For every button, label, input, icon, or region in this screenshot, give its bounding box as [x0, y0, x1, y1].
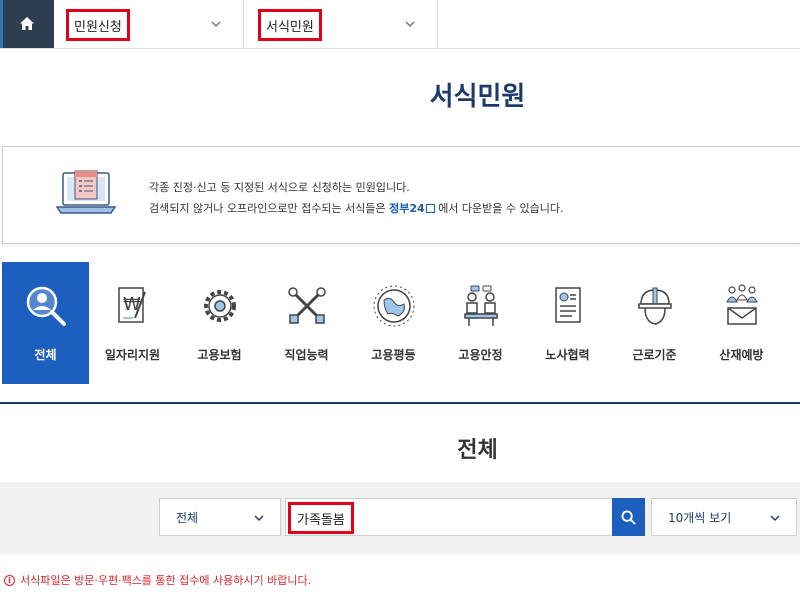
home-accent-bar: [0, 0, 3, 48]
category-label: 고용안정: [458, 348, 503, 362]
category-label: 고용평등: [371, 348, 416, 362]
page-size-select[interactable]: 10개씩 보기: [651, 498, 797, 536]
chevron-down-icon: [211, 21, 221, 27]
category-label: 전체: [34, 348, 57, 362]
section-divider: [0, 402, 800, 404]
category-label: 근로기준: [632, 348, 677, 362]
meeting-icon: [464, 285, 498, 326]
gov24-link[interactable]: 정부24: [389, 202, 435, 215]
gov24-link-label: 정부24: [389, 202, 425, 215]
search-input-value: 가족돌봄: [288, 502, 354, 534]
category-select[interactable]: 전체: [159, 498, 281, 536]
search-bar: 전체 가족돌봄 10개씩 보기: [0, 482, 800, 554]
category-tab-labor-standards[interactable]: 근로기준: [611, 262, 698, 384]
category-tab-job-support[interactable]: ₩ 일자리지원: [89, 262, 176, 384]
category-tab-labor-cooperation[interactable]: 노사협력: [524, 262, 611, 384]
info-line-2-before: 검색되지 않거나 오프라인으로만 접수되는 서식들은: [149, 202, 386, 215]
notice-text: 서식파일은 방문·우편·팩스를 통한 접수에 사용하시기 바랍니다.: [20, 574, 312, 587]
breadcrumb-menu-2[interactable]: 서식민원: [244, 0, 438, 48]
info-text: 각종 진정·신고 등 지정된 서식으로 신청하는 민원입니다. 검색되지 않거나…: [149, 177, 564, 219]
search-person-icon: [26, 286, 66, 326]
search-button[interactable]: [612, 498, 645, 536]
chevron-down-icon: [405, 21, 415, 27]
search-icon: [621, 509, 636, 525]
globe-icon: [373, 285, 415, 327]
info-line-2-after: 에서 다운받을 수 있습니다.: [438, 202, 564, 215]
info-icon: i: [4, 574, 15, 586]
category-tab-accident-prevention[interactable]: 산재예방: [698, 262, 785, 384]
breadcrumb-menu-1[interactable]: 민원신청: [54, 0, 244, 48]
category-tab-all[interactable]: 전체: [2, 262, 89, 384]
info-line-1: 각종 진정·신고 등 지정된 서식으로 신청하는 민원입니다.: [149, 181, 410, 194]
chevron-down-icon: [254, 515, 264, 521]
page-size-select-value: 10개씩 보기: [668, 510, 732, 525]
hardhat-icon: [638, 287, 672, 325]
category-label: 노사협력: [545, 348, 590, 362]
document-pen-icon: ₩: [118, 287, 146, 323]
search-input[interactable]: 가족돌봄: [285, 498, 613, 536]
category-tab-equality[interactable]: 고용평등: [350, 262, 437, 384]
tools-icon: [288, 287, 326, 324]
category-tabs: 전체 ₩ 일자리지원 고용보험 직업능력 고용평등 고용안정 노사협력 근로기준…: [0, 262, 800, 384]
laptop-form-icon: [55, 170, 117, 214]
id-document-icon: [555, 287, 581, 323]
category-tab-employment-insurance[interactable]: 고용보험: [176, 262, 263, 384]
category-tab-stability[interactable]: 고용안정: [437, 262, 524, 384]
category-label: 고용보험: [197, 348, 242, 362]
chevron-down-icon: [770, 515, 780, 521]
category-label: 직업능력: [284, 348, 329, 362]
category-label: 일자리지원: [104, 348, 161, 362]
info-box: 각종 진정·신고 등 지정된 서식으로 신청하는 민원입니다. 검색되지 않거나…: [2, 146, 800, 244]
page-title: 서식민원: [429, 82, 526, 112]
section-title: 전체: [457, 438, 498, 463]
home-icon: [20, 17, 34, 30]
category-label: 산재예방: [719, 348, 764, 362]
category-select-value: 전체: [176, 510, 199, 525]
breadcrumb-label-1: 민원신청: [66, 9, 130, 41]
people-mail-icon: [726, 284, 758, 325]
home-button[interactable]: [0, 0, 54, 48]
notice: i 서식파일은 방문·우편·팩스를 통한 접수에 사용하시기 바랍니다.: [4, 572, 311, 588]
gear-icon: [204, 290, 236, 322]
category-tab-vocational[interactable]: 직업능력: [263, 262, 350, 384]
top-nav: 민원신청 서식민원: [0, 0, 800, 49]
external-link-icon: [425, 204, 435, 213]
info-line-2: 검색되지 않거나 오프라인으로만 접수되는 서식들은 정부24 에서 다운받을 …: [149, 198, 564, 219]
breadcrumb-label-2: 서식민원: [258, 9, 322, 41]
